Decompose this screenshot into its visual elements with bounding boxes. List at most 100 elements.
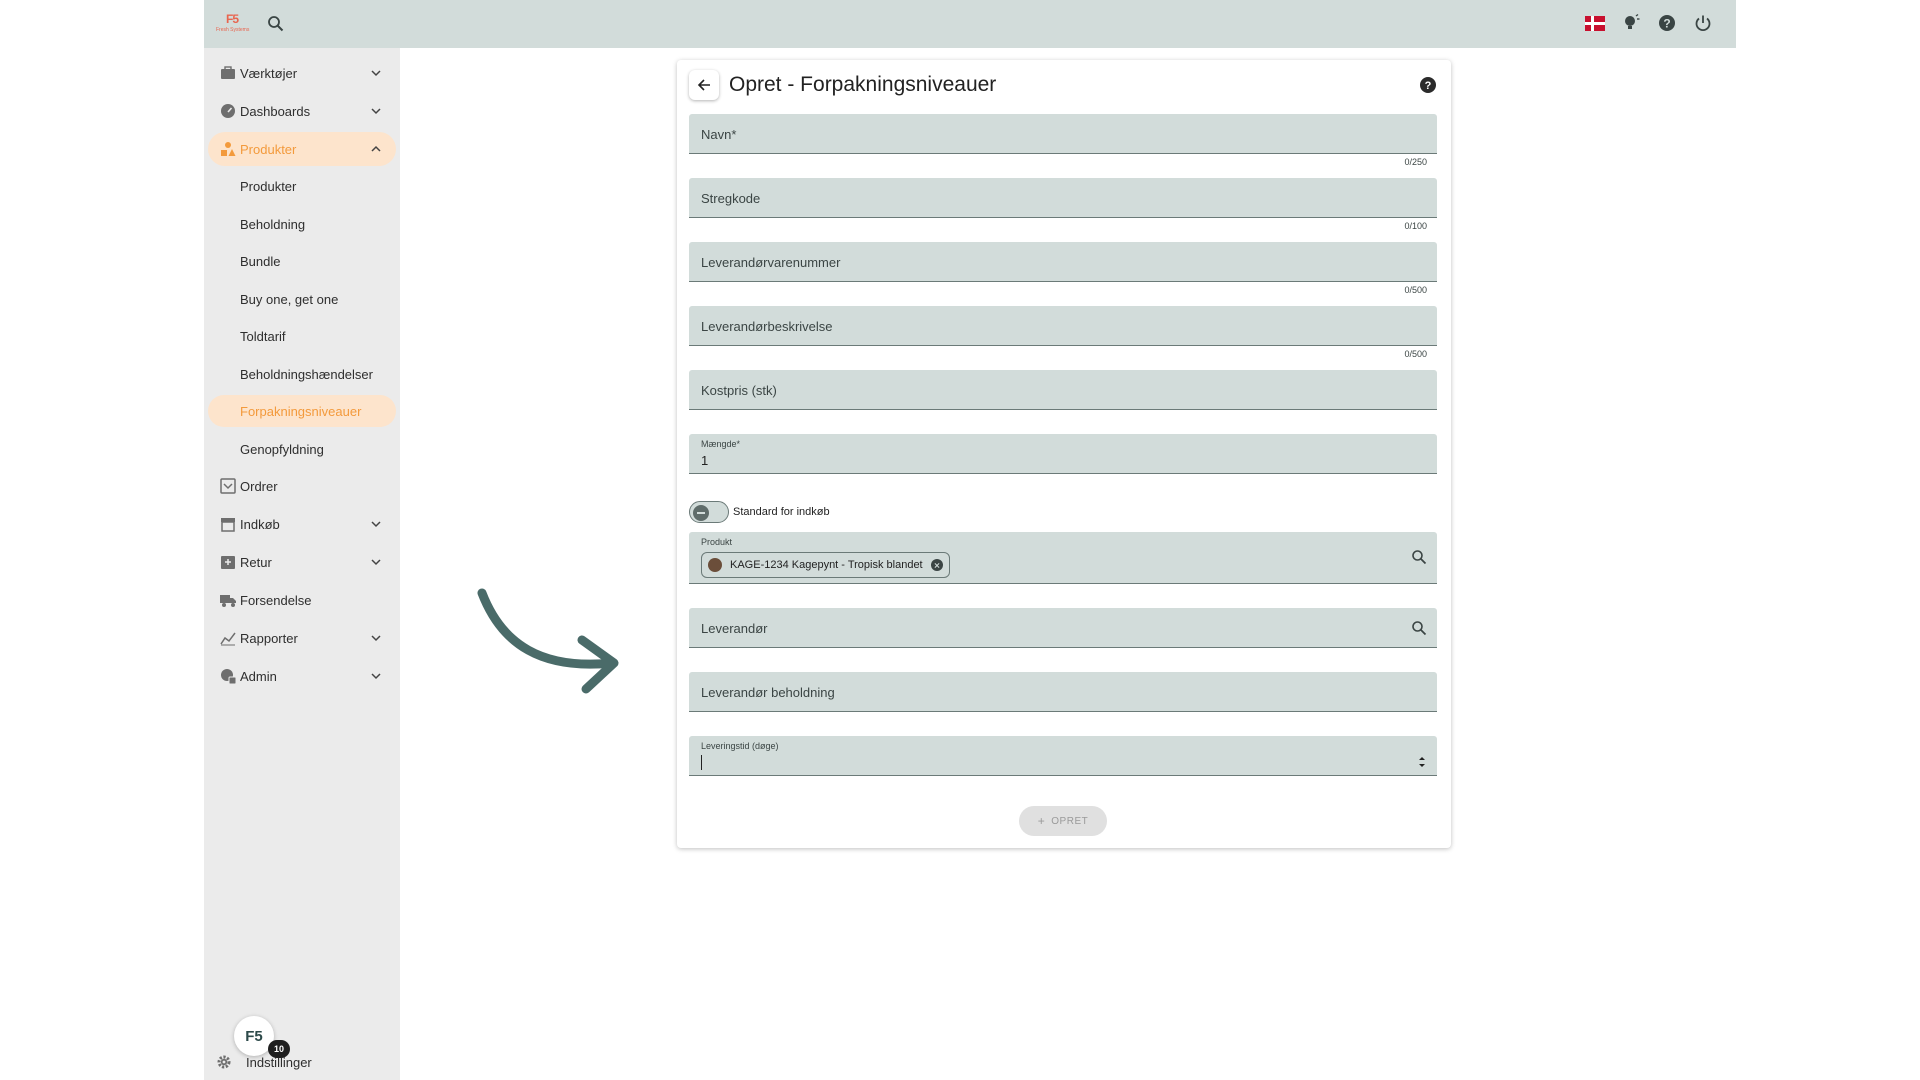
assistant-logo-text: F5 <box>245 1027 263 1045</box>
standard-for-indkoeb-toggle[interactable] <box>689 501 729 523</box>
leveringstid-label: Leveringstid (døge) <box>701 741 779 751</box>
sidebar-subitem-label: Forpakningsniveauer <box>240 404 362 419</box>
sidebar-subitem-label: Toldtarif <box>240 329 286 344</box>
chevron-down-icon <box>371 559 381 566</box>
sidebar-subitem-label: Bundle <box>240 254 281 269</box>
sidebar-item-produkter[interactable]: Produkter <box>208 132 396 166</box>
danish-flag-icon <box>1585 15 1605 31</box>
stregkode-field[interactable]: Stregkode <box>689 178 1437 218</box>
search-icon[interactable] <box>266 14 286 34</box>
lightbulb-icon[interactable] <box>1620 12 1642 34</box>
power-icon[interactable] <box>1692 12 1714 34</box>
leverandoer-label: Leverandør <box>701 621 768 636</box>
chevron-down-icon <box>371 108 381 115</box>
pointer-arrow-icon <box>477 588 619 694</box>
sidebar-subitem-buy-one-get-one[interactable]: Buy one, get one <box>208 283 396 315</box>
kostpris-field[interactable]: Kostpris (stk) <box>689 370 1437 410</box>
toolbox-icon <box>221 66 235 79</box>
chart-icon <box>220 632 236 646</box>
produkt-field[interactable]: Produkt KAGE-1234 Kagepynt - Tropisk bla… <box>689 532 1437 584</box>
sidebar-item-label: Forsendelse <box>240 592 312 608</box>
maengde-field[interactable]: Mængde* 1 <box>689 434 1437 474</box>
settings-label: Indstillinger <box>246 1054 312 1070</box>
stregkode-label: Stregkode <box>701 191 761 206</box>
plus-icon: + <box>1037 814 1046 828</box>
leverandoer-beholdning-label: Leverandør beholdning <box>701 685 835 700</box>
store-icon <box>221 518 235 532</box>
sidebar-item-admin[interactable]: Admin <box>208 659 396 693</box>
produkt-chip-label: KAGE-1234 Kagepynt - Tropisk blandet <box>730 559 923 571</box>
leverandoerbeskrivelse-field[interactable]: Leverandørbeskrivelse <box>689 306 1437 346</box>
sidebar: Værktøjer Dashboards Produkter Produkter… <box>204 48 400 1080</box>
sidebar-subitem-label: Beholdning <box>240 217 306 232</box>
number-stepper-icon[interactable] <box>1417 754 1427 770</box>
chevron-down-icon <box>371 521 381 528</box>
sidebar-subitem-bundle[interactable]: Bundle <box>208 245 396 277</box>
gear-icon <box>217 1055 231 1069</box>
sidebar-item-vaerktoejer[interactable]: Værktøjer <box>208 56 396 90</box>
sidebar-subitem-label: Buy one, get one <box>240 292 339 307</box>
sidebar-item-label: Rapporter <box>240 630 298 646</box>
sidebar-item-forsendelse[interactable]: Forsendelse <box>208 583 396 617</box>
sidebar-item-dashboards[interactable]: Dashboards <box>208 94 396 128</box>
sidebar-subitem-genopfyldning[interactable]: Genopfyldning <box>208 433 396 465</box>
sidebar-item-label: Admin <box>240 668 277 684</box>
chevron-up-icon <box>371 145 381 152</box>
sidebar-subitem-label: Genopfyldning <box>240 442 324 457</box>
sidebar-item-retur[interactable]: Retur <box>208 545 396 579</box>
search-icon[interactable] <box>1411 620 1427 636</box>
sidebar-subitem-beholdning[interactable]: Beholdning <box>208 208 396 240</box>
language-button[interactable] <box>1584 12 1606 34</box>
navn-field[interactable]: Navn* <box>689 114 1437 154</box>
opret-button[interactable]: + OPRET <box>1019 806 1107 836</box>
chevron-down-icon <box>371 70 381 77</box>
sidebar-subitem-label: Produkter <box>240 179 297 194</box>
search-icon[interactable] <box>1411 549 1427 565</box>
svg-text:?: ? <box>1663 17 1670 31</box>
leverandoer-field[interactable]: Leverandør <box>689 608 1437 648</box>
sidebar-item-label: Indkøb <box>240 516 280 532</box>
sidebar-item-rapporter[interactable]: Rapporter <box>208 621 396 655</box>
kostpris-label: Kostpris (stk) <box>701 383 777 398</box>
leverandoervarenummer-label: Leverandørvarenummer <box>701 255 841 270</box>
sidebar-item-label: Dashboards <box>240 103 311 119</box>
standard-toggle-row: Standard for indkøb <box>689 500 830 524</box>
sidebar-subitem-beholdningshaendelser[interactable]: Beholdningshændelser <box>208 358 396 390</box>
standard-for-indkoeb-label: Standard for indkøb <box>733 506 830 518</box>
remove-chip-icon[interactable] <box>930 559 943 571</box>
text-caret <box>701 755 702 770</box>
sidebar-subitem-produkter[interactable]: Produkter <box>208 170 396 202</box>
help-icon[interactable]: ? <box>1419 76 1437 94</box>
sidebar-subitem-toldtarif[interactable]: Toldtarif <box>208 320 396 352</box>
leverandoer-beholdning-field[interactable]: Leverandør beholdning <box>689 672 1437 712</box>
sidebar-item-indkoeb[interactable]: Indkøb <box>208 507 396 541</box>
maengde-label: Mængde* <box>701 439 741 449</box>
page-title: Opret - Forpakningsniveauer <box>729 73 997 96</box>
toggle-knob <box>693 505 709 521</box>
leverandoervarenummer-field[interactable]: Leverandørvarenummer <box>689 242 1437 282</box>
navn-counter: 0/250 <box>1404 157 1427 167</box>
orders-icon <box>220 478 236 494</box>
settings-link[interactable]: Indstillinger <box>216 1052 312 1072</box>
sidebar-subitem-label: Beholdningshændelser <box>240 367 373 382</box>
stregkode-counter: 0/100 <box>1404 221 1427 231</box>
sidebar-item-label: Produkter <box>240 141 297 157</box>
opret-label: OPRET <box>1051 815 1089 827</box>
products-icon <box>221 142 236 156</box>
app-frame: F5 Fresh Systems ? Værktøjer Dashboards … <box>204 0 1736 1080</box>
sidebar-item-ordrer[interactable]: Ordrer <box>208 469 396 503</box>
svg-text:?: ? <box>1425 80 1432 92</box>
sidebar-item-label: Ordrer <box>240 478 278 494</box>
help-icon[interactable]: ? <box>1656 12 1678 34</box>
app-logo[interactable]: F5 Fresh Systems <box>214 12 258 36</box>
leverandoerbeskrivelse-label: Leverandørbeskrivelse <box>701 319 833 334</box>
back-button[interactable] <box>689 70 719 100</box>
sidebar-item-label: Retur <box>240 554 272 570</box>
produkt-chip[interactable]: KAGE-1234 Kagepynt - Tropisk blandet <box>701 552 950 578</box>
logo-subtitle: Fresh Systems <box>216 27 250 33</box>
sidebar-subitem-forpakningsniveauer[interactable]: Forpakningsniveauer <box>208 395 396 427</box>
admin-icon <box>221 669 236 684</box>
arrow-left-icon <box>697 79 710 91</box>
leveringstid-field[interactable]: Leveringstid (døge) <box>689 736 1437 776</box>
truck-icon <box>220 595 236 607</box>
